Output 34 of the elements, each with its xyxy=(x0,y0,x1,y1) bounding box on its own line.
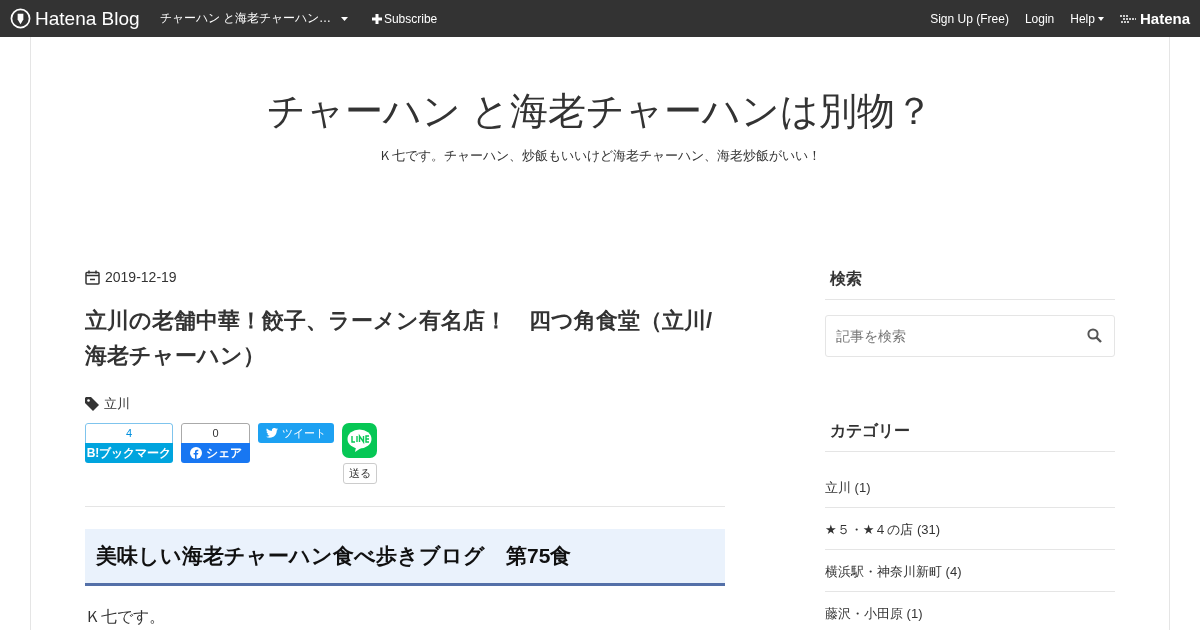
calendar-icon xyxy=(85,269,100,285)
article-title[interactable]: 立川の老舗中華！餃子、ラーメン有名店！ 四つ角食堂（立川/海老チャーハン） xyxy=(85,303,725,373)
caret-icon xyxy=(1097,16,1104,21)
blog-title[interactable]: チャーハン と海老チャーハンは別物？ xyxy=(31,91,1169,133)
share-count: 0 xyxy=(181,423,250,443)
search-field[interactable]: 記事を検索 xyxy=(825,315,1115,357)
category-link[interactable]: ★５・★４の店 (31) xyxy=(825,522,941,537)
bookmark-count: 4 xyxy=(85,423,173,443)
category-link[interactable]: 立川 (1) xyxy=(825,480,871,495)
category-link[interactable]: 横浜駅・神奈川新町 (4) xyxy=(825,564,962,579)
category-link[interactable]: 藤沢・小田原 (1) xyxy=(825,606,923,621)
plus-icon xyxy=(371,13,382,24)
widget-heading: 検索 xyxy=(825,269,1115,300)
sign-up-link[interactable]: Sign Up (Free) xyxy=(930,11,1009,26)
tag-link[interactable]: 立川 xyxy=(104,395,130,413)
login-link[interactable]: Login xyxy=(1024,11,1055,26)
send-button[interactable]: 送る xyxy=(342,463,377,484)
pen-nib-icon xyxy=(10,8,31,29)
blog-description: Ｋ七です。チャーハン、炒飯もいいけど海老チャーハン、海老炒飯がいい！ xyxy=(378,146,822,165)
tag-icon xyxy=(85,397,99,411)
body-text: Ｋ七です。 xyxy=(85,607,166,627)
bird-icon xyxy=(266,428,278,438)
blog-menu[interactable]: チャーハン と海老チャーハン… xyxy=(159,10,348,27)
help-menu[interactable]: Help xyxy=(1070,11,1104,26)
search-icon[interactable] xyxy=(1087,328,1102,343)
hatena-logo[interactable]: Hatena xyxy=(1119,10,1190,27)
facebook-icon xyxy=(189,447,202,459)
subscribe-link[interactable]: Subscribe xyxy=(371,11,438,26)
facebook-share-button[interactable]: シェア xyxy=(181,443,250,463)
post-date[interactable]: 2019-12-19 xyxy=(105,269,177,285)
brand-logo[interactable]: Hatena Blog xyxy=(10,7,140,30)
caret-icon xyxy=(340,16,348,21)
section-heading: 美味しい海老チャーハン食べ歩きブログ 第75食 xyxy=(85,529,725,586)
widget-heading: カテゴリー xyxy=(825,421,1115,452)
